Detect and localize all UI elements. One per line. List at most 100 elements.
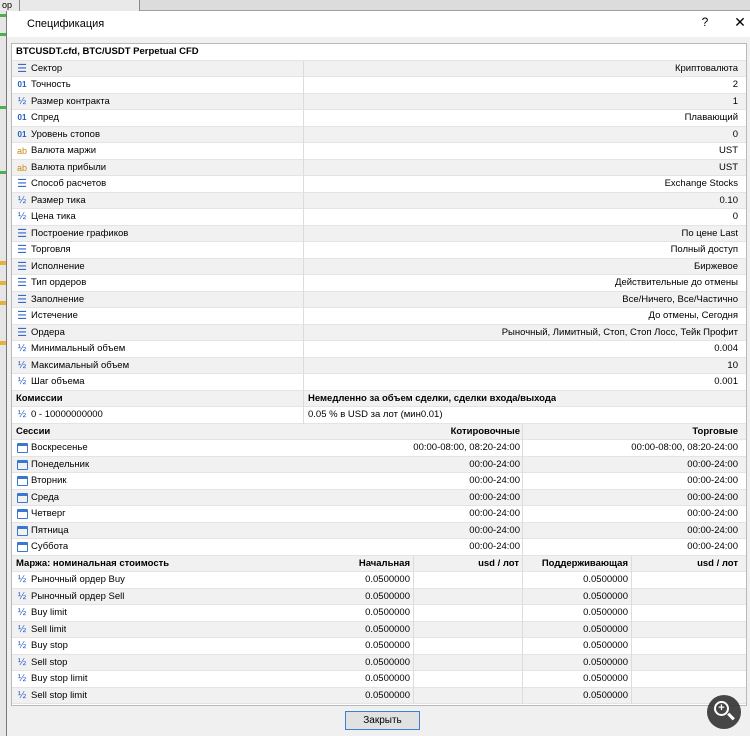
property-row[interactable]: ☰ Исполнение Биржевое xyxy=(12,258,746,275)
margin-header-row: Маржа: номинальная стоимость Начальная u… xyxy=(12,555,746,572)
fraction-icon: ½ xyxy=(17,623,27,635)
zoom-icon[interactable]: + xyxy=(707,695,741,729)
session-quotes: 00:00-08:00, 08:20-24:00 xyxy=(413,442,520,453)
specification-table[interactable]: BTCUSDT.cfd, BTC/USDT Perpetual CFD ☰ Сек… xyxy=(11,43,747,706)
commissions-header-row: Комиссии Немедленно за объем сделки, сде… xyxy=(12,390,746,407)
margin-maintenance-header: Поддерживающая xyxy=(541,557,628,569)
margin-maintenance: 0.0500000 xyxy=(583,574,628,585)
property-row[interactable]: ☰ Заполнение Все/Ничего, Все/Частично xyxy=(12,291,746,308)
property-row[interactable]: ☰ Ордера Рыночный, Лимитный, Стоп, Стоп Ло… xyxy=(12,324,746,341)
margin-row[interactable]: ½ Sell stop limit 0.0500000 0.0500000 xyxy=(12,687,746,704)
commission-rate: 0.05 % в USD за лот (мин0.01) xyxy=(308,409,443,420)
property-row[interactable]: ☰ Истечение До отмены, Сегодня xyxy=(12,308,746,325)
fraction-icon: ½ xyxy=(17,376,27,387)
session-quotes: 00:00-24:00 xyxy=(469,508,520,519)
margin-row[interactable]: ½ Sell stop 0.0500000 0.0500000 xyxy=(12,654,746,671)
property-label: Размер контракта xyxy=(31,95,110,107)
fraction-icon: ½ xyxy=(17,194,27,206)
margin-maintenance: 0.0500000 xyxy=(583,673,628,684)
session-row[interactable]: Пятница 00:00-24:00 00:00-24:00 xyxy=(12,522,746,539)
close-button[interactable]: Закрыть xyxy=(345,711,420,730)
margin-row[interactable]: ½ Buy stop 0.0500000 0.0500000 xyxy=(12,638,746,655)
property-row[interactable]: ab Валюта маржи UST xyxy=(12,143,746,160)
session-row[interactable]: Среда 00:00-24:00 00:00-24:00 xyxy=(12,489,746,506)
property-value: Действительные до отмены xyxy=(615,277,738,288)
margin-maintenance: 0.0500000 xyxy=(583,623,628,635)
margin-initial: 0.0500000 xyxy=(365,673,410,684)
property-row[interactable]: ☰ Способ расчетов Exchange Stocks xyxy=(12,176,746,193)
property-label: Заполнение xyxy=(31,293,85,305)
margin-row[interactable]: ½ Рыночный ордер Buy 0.0500000 0.0500000 xyxy=(12,572,746,589)
property-row[interactable]: ☰ Тип ордеров Действительные до отмены xyxy=(12,275,746,292)
session-day: Четверг xyxy=(31,508,66,519)
property-label: Ордера xyxy=(31,326,65,338)
property-row[interactable]: ☰ Построение графиков По цене Last xyxy=(12,225,746,242)
text-icon: ab xyxy=(16,162,27,173)
background-tab-empty[interactable] xyxy=(20,0,140,11)
property-label: Спред xyxy=(31,112,59,123)
number-icon: 01 xyxy=(17,80,27,89)
calendar-icon xyxy=(16,523,28,539)
margin-order-type: Sell stop xyxy=(31,656,68,668)
fraction-icon: ½ xyxy=(17,689,27,701)
commission-range: 0 - 10000000000 xyxy=(31,409,103,420)
sessions-quotes-header: Котировочные xyxy=(450,425,520,437)
margin-row[interactable]: ½ Buy limit 0.0500000 0.0500000 xyxy=(12,605,746,622)
help-button[interactable]: ? xyxy=(697,15,713,29)
session-day: Пятница xyxy=(31,524,69,536)
property-row[interactable]: ☰ Сектор Криптовалюта xyxy=(12,60,746,77)
margin-unit2-header: usd / лот xyxy=(697,557,738,569)
property-label: Шаг объема xyxy=(31,376,85,387)
margin-maintenance: 0.0500000 xyxy=(583,590,628,602)
margin-initial-header: Начальная xyxy=(358,557,410,569)
property-row[interactable]: ½ Минимальный объем 0.004 xyxy=(12,341,746,358)
calendar-icon xyxy=(16,490,28,506)
property-label: Точность xyxy=(31,79,71,90)
property-value: До отмены, Сегодня xyxy=(648,310,738,321)
property-row[interactable]: ab Валюта прибыли UST xyxy=(12,159,746,176)
fraction-icon: ½ xyxy=(17,95,27,107)
session-row[interactable]: Воскресенье 00:00-08:00, 08:20-24:00 00:00… xyxy=(12,440,746,457)
property-row[interactable]: 01 Спред Плавающий xyxy=(12,110,746,127)
session-row[interactable]: Понедельник 00:00-24:00 00:00-24:00 xyxy=(12,456,746,473)
margin-order-type: Рыночный ордер Buy xyxy=(31,574,125,585)
property-value: Биржевое xyxy=(694,260,738,272)
property-row[interactable]: ½ Максимальный объем 10 xyxy=(12,357,746,374)
fraction-icon: ½ xyxy=(17,673,27,684)
property-label: Построение графиков xyxy=(31,227,129,239)
commissions-description: Немедленно за объем сделки, сделки входа… xyxy=(308,392,557,404)
margin-initial: 0.0500000 xyxy=(365,590,410,602)
property-row[interactable]: ½ Цена тика 0 xyxy=(12,209,746,226)
margin-maintenance: 0.0500000 xyxy=(583,689,628,701)
property-row[interactable]: ☰ Торговля Полный доступ xyxy=(12,242,746,259)
session-row[interactable]: Вторник 00:00-24:00 00:00-24:00 xyxy=(12,473,746,490)
margin-order-type: Sell limit xyxy=(31,623,67,635)
session-row[interactable]: Суббота 00:00-24:00 00:00-24:00 xyxy=(12,539,746,556)
property-row[interactable]: ½ Размер тика 0.10 xyxy=(12,192,746,209)
property-label: Валюта маржи xyxy=(31,145,97,156)
fraction-icon: ½ xyxy=(17,656,27,668)
property-label: Истечение xyxy=(31,310,78,321)
property-value: Криптовалюта xyxy=(674,62,738,74)
property-value: 0.001 xyxy=(714,376,738,387)
list-icon: ☰ xyxy=(17,62,27,75)
margin-row[interactable]: ½ Рыночный ордер Sell 0.0500000 0.0500000 xyxy=(12,588,746,605)
symbol-title-row: BTCUSDT.cfd, BTC/USDT Perpetual CFD xyxy=(12,44,746,61)
symbol-title: BTCUSDT.cfd, BTC/USDT Perpetual CFD xyxy=(16,46,199,57)
property-label: Уровень стопов xyxy=(31,128,100,140)
margin-row[interactable]: ½ Sell limit 0.0500000 0.0500000 xyxy=(12,621,746,638)
margin-row[interactable]: ½ Buy stop limit 0.0500000 0.0500000 xyxy=(12,671,746,688)
property-row[interactable]: 01 Точность 2 xyxy=(12,77,746,94)
property-row[interactable]: ½ Размер контракта 1 xyxy=(12,93,746,110)
property-label: Тип ордеров xyxy=(31,277,87,288)
session-day: Воскресенье xyxy=(31,442,88,453)
property-value: 0 xyxy=(732,128,738,140)
close-icon[interactable]: ✕ xyxy=(732,14,748,31)
property-row[interactable]: ½ Шаг объема 0.001 xyxy=(12,374,746,391)
session-row[interactable]: Четверг 00:00-24:00 00:00-24:00 xyxy=(12,506,746,523)
property-row[interactable]: 01 Уровень стопов 0 xyxy=(12,126,746,143)
calendar-icon xyxy=(16,457,28,473)
background-tab[interactable]: ор xyxy=(0,0,20,11)
property-label: Сектор xyxy=(31,62,63,74)
margin-unit-header: usd / лот xyxy=(478,557,519,569)
